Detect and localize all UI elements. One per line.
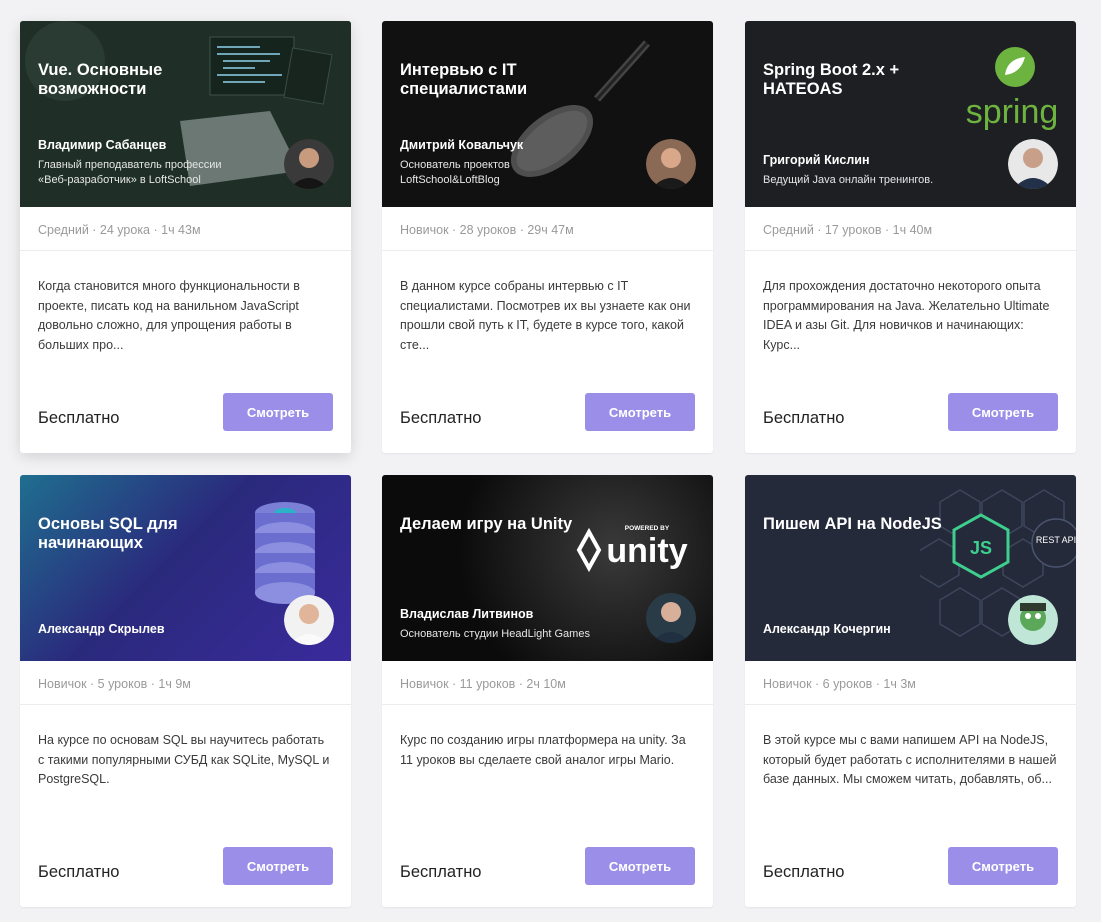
- svg-text:JS: JS: [970, 538, 992, 558]
- author-role: Главный преподаватель профессии «Веб-раз…: [38, 159, 222, 186]
- author-avatar: [284, 595, 334, 645]
- course-description: Курс по созданию игры платформера на uni…: [400, 733, 686, 767]
- course-title: Делаем игру на Unity: [400, 515, 573, 533]
- author-info: Владислав Литвинов Основатель студии Hea…: [400, 607, 630, 642]
- course-card-sql[interactable]: Основы SQL для начинающих Александр Скры…: [20, 475, 351, 907]
- course-title: Интервью с IT специалистами: [400, 61, 528, 98]
- author-name: Григорий Кислин: [763, 153, 870, 167]
- course-title: Основы SQL для начинающих: [38, 515, 178, 552]
- course-banner[interactable]: Интервью с IT специалистами Дмитрий Кова…: [382, 21, 713, 207]
- course-meta: Новичок · 11 уроков · 2ч 10м: [382, 661, 713, 705]
- course-title: Vue. Основные возможности: [38, 61, 163, 98]
- author-role: Ведущий Java онлайн тренингов.: [763, 174, 934, 186]
- author-info: Александр Скрылев: [38, 622, 253, 636]
- author-role: Основатель проектов LoftSchool&LoftBlog: [400, 159, 510, 186]
- course-description: В этой курсе мы с вами напишем API на No…: [763, 733, 1057, 786]
- author-name: Дмитрий Ковальчук: [400, 138, 524, 152]
- course-banner[interactable]: JS REST API Пишем API на NodeJS Александ…: [745, 475, 1076, 661]
- course-description: На курсе по основам SQL вы научитесь раб…: [38, 733, 330, 786]
- course-card-interview[interactable]: Интервью с IT специалистами Дмитрий Кова…: [382, 21, 713, 453]
- course-banner[interactable]: Основы SQL для начинающих Александр Скры…: [20, 475, 351, 661]
- author-name: Александр Скрылев: [38, 622, 165, 636]
- course-description: Для прохождения достаточно некоторого оп…: [763, 279, 1050, 352]
- course-card-vue[interactable]: Vue. Основные возможности Владимир Сабан…: [20, 21, 351, 453]
- course-price: Бесплатно: [400, 409, 482, 427]
- watch-button[interactable]: Смотреть: [223, 393, 333, 431]
- course-footer: Бесплатно Смотреть: [745, 393, 1076, 453]
- watch-button[interactable]: Смотреть: [223, 847, 333, 885]
- course-price: Бесплатно: [763, 863, 845, 881]
- watch-button[interactable]: Смотреть: [948, 847, 1058, 885]
- author-role: Основатель студии HeadLight Games: [400, 628, 590, 640]
- course-grid: Vue. Основные возможности Владимир Сабан…: [0, 0, 1101, 922]
- unity-powered-by: POWERED BY: [625, 525, 670, 532]
- course-meta: Новичок · 5 уроков · 1ч 9м: [20, 661, 351, 705]
- unity-logo-text: unity: [606, 532, 687, 570]
- course-footer: Бесплатно Смотреть: [20, 393, 351, 453]
- author-avatar: [646, 139, 696, 189]
- watch-button[interactable]: Смотреть: [585, 847, 695, 885]
- author-info: Владимир Сабанцев Главный преподаватель …: [38, 138, 253, 188]
- author-info: Григорий Кислин Ведущий Java онлайн трен…: [763, 153, 978, 188]
- course-banner[interactable]: spring Spring Boot 2.x + HATEOAS Григори…: [745, 21, 1076, 207]
- course-title: Spring Boot 2.x + HATEOAS: [763, 61, 900, 98]
- author-info: Дмитрий Ковальчук Основатель проектов Lo…: [400, 138, 600, 188]
- watch-button[interactable]: Смотреть: [585, 393, 695, 431]
- course-price: Бесплатно: [763, 409, 845, 427]
- course-meta: Новичок · 6 уроков · 1ч 3м: [745, 661, 1076, 705]
- watch-button[interactable]: Смотреть: [948, 393, 1058, 431]
- course-footer: Бесплатно Смотреть: [20, 847, 351, 907]
- course-footer: Бесплатно Смотреть: [382, 847, 713, 907]
- author-avatar: [1008, 139, 1058, 189]
- course-meta: Средний · 17 уроков · 1ч 40м: [745, 207, 1076, 251]
- author-avatar: [1008, 595, 1058, 645]
- course-meta: Средний · 24 урока · 1ч 43м: [20, 207, 351, 251]
- spring-logo-text: spring: [966, 93, 1059, 131]
- author-info: Александр Кочергин: [763, 622, 978, 636]
- author-name: Владимир Сабанцев: [38, 138, 167, 152]
- author-name: Александр Кочергин: [763, 622, 891, 636]
- rest-api-badge: REST API: [1036, 535, 1076, 545]
- course-banner[interactable]: Vue. Основные возможности Владимир Сабан…: [20, 21, 351, 207]
- course-price: Бесплатно: [400, 863, 482, 881]
- course-footer: Бесплатно Смотреть: [382, 393, 713, 453]
- author-avatar: [646, 593, 696, 643]
- course-price: Бесплатно: [38, 409, 120, 427]
- course-banner[interactable]: POWERED BY unity Делаем игру на Unity Вл…: [382, 475, 713, 661]
- course-card-unity[interactable]: POWERED BY unity Делаем игру на Unity Вл…: [382, 475, 713, 907]
- course-card-spring[interactable]: spring Spring Boot 2.x + HATEOAS Григори…: [745, 21, 1076, 453]
- course-price: Бесплатно: [38, 863, 120, 881]
- course-footer: Бесплатно Смотреть: [745, 847, 1076, 907]
- course-description: В данном курсе собраны интервью с IT спе…: [400, 279, 691, 352]
- author-avatar: [284, 139, 334, 189]
- course-card-nodejs[interactable]: JS REST API Пишем API на NodeJS Александ…: [745, 475, 1076, 907]
- course-description: Когда становится много функциональности …: [38, 279, 300, 352]
- author-name: Владислав Литвинов: [400, 607, 534, 621]
- course-meta: Новичок · 28 уроков · 29ч 47м: [382, 207, 713, 251]
- course-title: Пишем API на NodeJS: [763, 515, 942, 533]
- spring-logo: spring: [966, 47, 1059, 131]
